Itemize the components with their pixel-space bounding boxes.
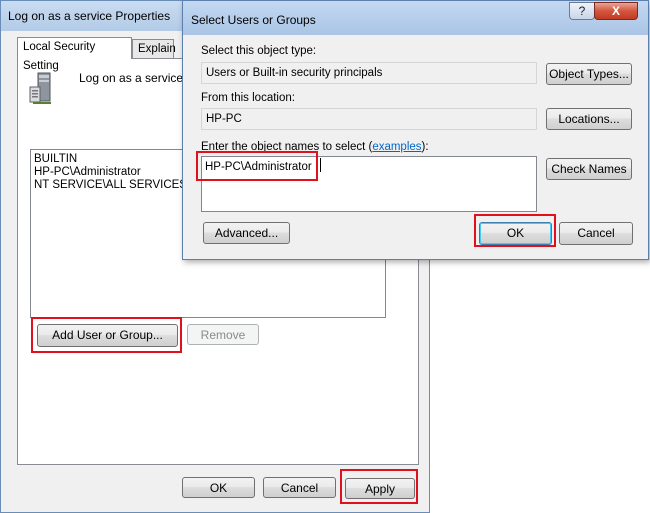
help-icon[interactable]: ?	[569, 2, 595, 20]
select-users-dialog: Select Users or Groups ? X Select this o…	[182, 0, 649, 260]
add-user-or-group-button[interactable]: Add User or Group...	[37, 324, 178, 347]
object-names-label: Enter the object names to select (exampl…	[201, 141, 429, 153]
properties-title: Log on as a service Properties	[8, 9, 171, 23]
location-label: From this location:	[201, 92, 295, 104]
object-names-label-text: Enter the object names to select (	[201, 141, 373, 153]
dialog-title: Select Users or Groups	[191, 13, 316, 27]
object-names-value: HP-PC\Administrator	[205, 161, 312, 173]
cancel-button[interactable]: Cancel	[263, 477, 336, 498]
object-type-field: Users or Built-in security principals	[201, 62, 537, 84]
object-types-button[interactable]: Object Types...	[546, 63, 632, 85]
text-caret	[320, 158, 321, 172]
locations-button[interactable]: Locations...	[546, 108, 632, 130]
apply-button[interactable]: Apply	[345, 478, 415, 499]
remove-button[interactable]: Remove	[187, 324, 259, 345]
tab-local-security-setting[interactable]: Local Security Setting	[17, 37, 132, 72]
object-names-input[interactable]: HP-PC\Administrator	[201, 156, 537, 212]
object-names-label-close: ):	[421, 141, 429, 153]
advanced-button[interactable]: Advanced...	[203, 222, 290, 244]
check-names-button[interactable]: Check Names	[546, 158, 632, 180]
close-icon[interactable]: X	[594, 2, 638, 20]
tab-explain[interactable]: Explain	[132, 39, 176, 59]
dialog-ok-button[interactable]: OK	[479, 222, 552, 245]
dialog-titlebar[interactable]: Select Users or Groups ? X	[183, 1, 648, 35]
policy-name: Log on as a service	[79, 71, 184, 85]
location-field: HP-PC	[201, 108, 537, 130]
dialog-cancel-button[interactable]: Cancel	[559, 222, 633, 245]
object-type-label: Select this object type:	[201, 45, 317, 57]
server-icon	[29, 72, 51, 104]
examples-link[interactable]: examples	[372, 141, 421, 153]
ok-button[interactable]: OK	[182, 477, 255, 498]
